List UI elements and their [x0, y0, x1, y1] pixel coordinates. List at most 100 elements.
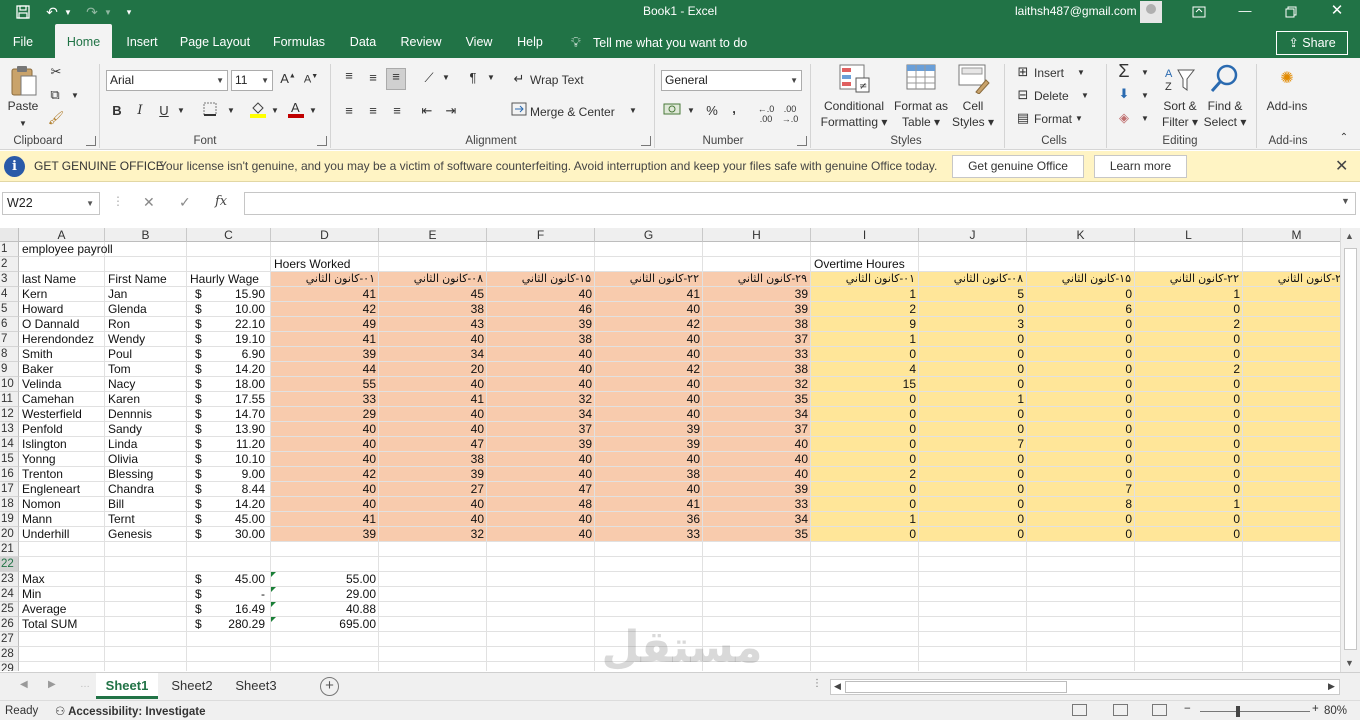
hours-cell[interactable]: 45 — [379, 287, 487, 302]
vertical-scrollbar[interactable]: ▲ ▼ — [1340, 228, 1360, 672]
tab-split-handle-icon[interactable]: ⋮ — [812, 678, 822, 689]
overtime-cell[interactable]: 0 — [919, 302, 1027, 317]
cancel-icon[interactable]: ✕ — [143, 194, 155, 211]
find-select-button[interactable]: Find & Select ▾ — [1202, 98, 1248, 130]
percent-style-button[interactable]: % — [704, 103, 720, 118]
insert-cells-button[interactable]: Insert — [1034, 65, 1064, 81]
delete-dropdown-icon[interactable]: ▼ — [1080, 91, 1090, 100]
wage-cell[interactable]: 10.00 — [187, 302, 271, 317]
overtime-cell[interactable]: 4 — [811, 362, 919, 377]
row-header[interactable]: 24 — [0, 587, 19, 602]
overtime-cell[interactable]: 0 — [1135, 452, 1243, 467]
overtime-cell[interactable]: 0 — [919, 332, 1027, 347]
cut-icon[interactable]: ✂ — [47, 64, 65, 80]
overtime-cell[interactable]: 0 — [1135, 377, 1243, 392]
number-launcher-icon[interactable] — [797, 136, 807, 146]
wage-cell[interactable]: 22.10 — [187, 317, 271, 332]
hours-cell[interactable]: 47 — [379, 437, 487, 452]
zoom-slider-knob[interactable] — [1236, 706, 1240, 717]
row-header[interactable]: 25 — [0, 602, 19, 617]
zoom-slider[interactable] — [1200, 711, 1310, 712]
prev-sheet-icon[interactable]: ◀ — [20, 679, 28, 690]
sort-filter-icon[interactable]: AZ — [1164, 66, 1196, 97]
collapse-ribbon-icon[interactable]: ⌃ — [1336, 132, 1352, 143]
text-direction-icon[interactable]: ¶ — [466, 70, 480, 85]
row-header[interactable]: 3 — [0, 272, 19, 287]
summary-wage[interactable]: 16.49 — [187, 602, 271, 617]
last-name-cell[interactable]: Engleneart — [19, 482, 105, 497]
italic-button[interactable]: I — [132, 103, 148, 118]
first-name-cell[interactable]: Linda — [105, 437, 187, 452]
share-button[interactable]: ⇪ Share — [1276, 31, 1348, 55]
overtime-cell[interactable]: 7 — [919, 437, 1027, 452]
hours-cell[interactable]: 39 — [487, 317, 595, 332]
hours-cell[interactable]: 40 — [595, 302, 703, 317]
hours-cell[interactable]: 40 — [487, 452, 595, 467]
overtime-cell[interactable]: 1 — [919, 392, 1027, 407]
last-name-cell[interactable]: Westerfield — [19, 407, 105, 422]
overtime-cell[interactable]: 0 — [1135, 407, 1243, 422]
row-header[interactable]: 22 — [0, 557, 19, 572]
worksheet-grid[interactable]: A B C D E F G H I J K L M 1 2 3 4 5 6 7 8 9 10 11 12 13 14 15 16 17 18… — [0, 228, 1340, 671]
column-header-b[interactable]: B — [105, 228, 187, 242]
overtime-cell[interactable]: 0 — [1135, 332, 1243, 347]
insert-function-button[interactable]: fx — [215, 194, 227, 209]
row-header[interactable]: 10 — [0, 377, 19, 392]
tab-review[interactable]: Review — [396, 24, 446, 58]
hours-cell[interactable]: 40 — [271, 422, 379, 437]
sort-filter-button[interactable]: Sort & Filter ▾ — [1156, 98, 1204, 130]
hours-cell[interactable]: 40 — [487, 362, 595, 377]
hours-cell[interactable]: 40 — [379, 407, 487, 422]
align-center-icon[interactable]: ≡ — [364, 103, 382, 118]
delete-cells-icon[interactable]: ⊟ — [1014, 87, 1032, 103]
hours-cell[interactable]: 34 — [703, 407, 811, 422]
next-sheet-icon[interactable]: ▶ — [48, 679, 56, 690]
hours-cell[interactable]: 40 — [487, 467, 595, 482]
overtime-cell[interactable]: 0 — [1027, 467, 1135, 482]
align-right-icon[interactable]: ≡ — [388, 103, 406, 118]
hours-cell[interactable]: 42 — [271, 467, 379, 482]
summary-hours[interactable]: 695.00 — [271, 617, 379, 632]
summary-hours[interactable]: 40.88 — [271, 602, 379, 617]
overtime-cell[interactable]: 5 — [919, 287, 1027, 302]
last-name-cell[interactable]: Smith — [19, 347, 105, 362]
hours-cell[interactable]: 40 — [595, 332, 703, 347]
overtime-cell[interactable]: 0 — [1135, 527, 1243, 542]
format-as-table-button[interactable]: Format as Table ▾ — [892, 98, 950, 130]
row-header[interactable]: 29 — [0, 662, 19, 671]
font-color-icon[interactable]: A — [286, 100, 306, 121]
overtime-cell[interactable]: 0 — [1027, 317, 1135, 332]
first-name-cell[interactable]: Genesis — [105, 527, 187, 542]
paste-icon[interactable] — [9, 64, 39, 101]
row-header[interactable]: 18 — [0, 497, 19, 512]
conditional-formatting-icon[interactable]: ≠ — [839, 64, 871, 97]
row-header[interactable]: 27 — [0, 632, 19, 647]
decrease-decimal-icon[interactable]: .00 →.0 — [780, 104, 800, 124]
column-header-c[interactable]: C — [187, 228, 271, 242]
overtime-cell[interactable]: 0 — [1135, 437, 1243, 452]
first-name-cell[interactable]: Nacy — [105, 377, 187, 392]
add-ins-icon[interactable]: ✺ — [1276, 68, 1298, 88]
hours-cell[interactable]: 39 — [703, 482, 811, 497]
date-header[interactable]: ۱۵-كانون الثاني — [487, 272, 595, 287]
hours-cell[interactable]: 33 — [595, 527, 703, 542]
first-name-cell[interactable]: Ron — [105, 317, 187, 332]
overtime-cell[interactable]: 0 — [1135, 482, 1243, 497]
overtime-cell[interactable]: 15 — [811, 377, 919, 392]
row-header[interactable]: 17 — [0, 482, 19, 497]
column-header-l[interactable]: L — [1135, 228, 1243, 242]
date-header[interactable]: ۲۲-كانون الثاني — [1135, 272, 1243, 287]
last-name-cell[interactable]: Kern — [19, 287, 105, 302]
hours-cell[interactable]: 46 — [487, 302, 595, 317]
hours-cell[interactable]: 42 — [595, 317, 703, 332]
align-left-icon[interactable]: ≡ — [340, 103, 358, 118]
overtime-cell[interactable]: 3 — [919, 317, 1027, 332]
normal-view-icon[interactable] — [1072, 704, 1087, 716]
underline-button[interactable]: U — [156, 103, 172, 118]
hours-cell[interactable]: 40 — [595, 452, 703, 467]
overtime-cell[interactable]: 0 — [919, 512, 1027, 527]
hours-cell[interactable]: 39 — [487, 437, 595, 452]
overtime-cell[interactable]: 0 — [1135, 392, 1243, 407]
font-name-combo[interactable]: Arial ▼ — [106, 70, 228, 91]
summary-label[interactable]: Total SUM — [19, 617, 105, 632]
